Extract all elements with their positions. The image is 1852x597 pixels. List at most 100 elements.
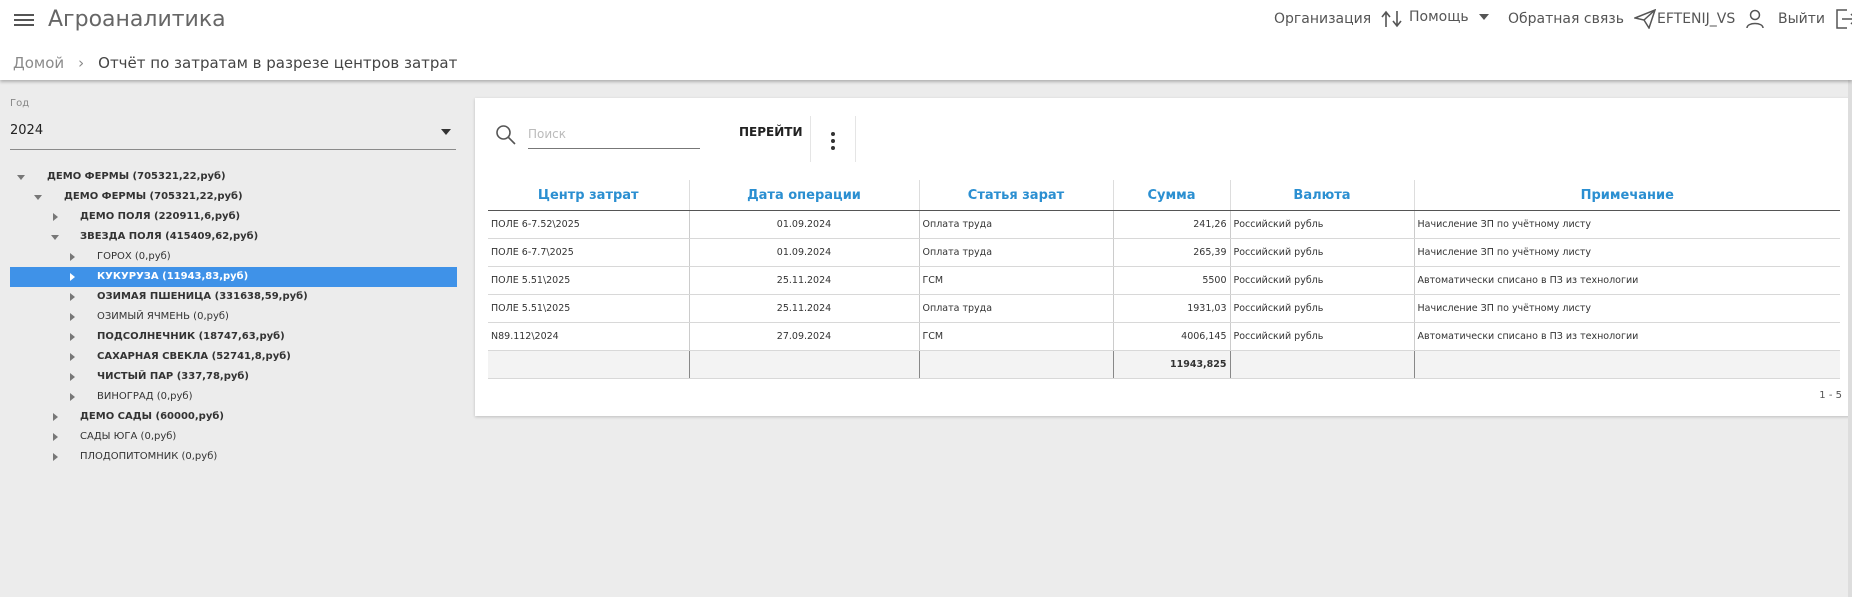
cell-total-amount: 11943,825 <box>1112 350 1230 379</box>
tree-node[interactable]: КУКУРУЗА (11943,83,руб) <box>10 267 457 287</box>
tree-node-label: ГОРОХ (0,руб) <box>97 251 171 262</box>
organization-button[interactable]: Организация <box>1274 9 1403 29</box>
cell-amount: 241,26 <box>1112 210 1230 239</box>
user-menu[interactable]: EFTENIJ_VS <box>1657 9 1765 29</box>
tree-node[interactable]: ДЕМО ФЕРМЫ (705321,22,руб) <box>0 187 460 207</box>
column-header-operation-date[interactable]: Дата операции <box>688 180 919 211</box>
tree-node[interactable]: ЗВЕЗДА ПОЛЯ (415409,62,руб) <box>0 227 460 247</box>
cell-cost-item: Оплата труда <box>918 294 1113 323</box>
tree-node-label: ПЛОДОПИТОМНИК (0,руб) <box>80 451 218 462</box>
column-header-note[interactable]: Примечание <box>1413 180 1840 211</box>
cell-note: Начисление ЗП по учётному листу <box>1413 294 1840 323</box>
collapse-arrow-icon[interactable] <box>50 227 62 247</box>
search-input[interactable] <box>528 120 700 149</box>
tree-node[interactable]: САХАРНАЯ СВЕКЛА (52741,8,руб) <box>0 347 460 367</box>
year-label: Год <box>10 98 30 109</box>
organization-label: Организация <box>1274 11 1372 27</box>
expand-arrow-icon[interactable] <box>50 427 62 447</box>
column-header-cost-center[interactable]: Центр затрат <box>488 180 689 211</box>
expand-arrow-icon[interactable] <box>67 287 79 307</box>
cell-note: Автоматически списано в ПЗ из технологии <box>1413 266 1840 295</box>
collapse-arrow-icon[interactable] <box>16 167 28 187</box>
cell-currency: Российский рубль <box>1229 266 1414 295</box>
cell-date: 27.09.2024 <box>688 322 919 351</box>
tree-node-label: ЗВЕЗДА ПОЛЯ (415409,62,руб) <box>80 231 259 242</box>
tree-node-label: ДЕМО ФЕРМЫ (705321,22,руб) <box>47 171 226 182</box>
pager-info: 1 - 5 <box>1819 390 1842 401</box>
year-select[interactable]: 2024 <box>10 117 456 150</box>
cell-cost-item: ГСМ <box>918 322 1113 351</box>
page-title: Отчёт по затратам в разрезе центров затр… <box>98 54 458 72</box>
breadcrumb: Домой › Отчёт по затратам в разрезе цент… <box>13 54 457 72</box>
cell-cost-item: Оплата труда <box>918 210 1113 239</box>
tree-node-label: ЧИСТЫЙ ПАР (337,78,руб) <box>97 371 249 382</box>
tree-node[interactable]: ВИНОГРАД (0,руб) <box>0 387 460 407</box>
tree-node-label: ДЕМО ПОЛЯ (220911,6,руб) <box>80 211 241 222</box>
table-row[interactable]: ПОЛЕ 6-7.52\2025 01.09.2024 Оплата труда… <box>488 210 1840 239</box>
cell-cost-item: ГСМ <box>918 266 1113 295</box>
cell-empty <box>488 350 689 379</box>
tree-node-label: САХАРНАЯ СВЕКЛА (52741,8,руб) <box>97 351 291 362</box>
table-row[interactable]: ПОЛЕ 5.51\2025 25.11.2024 Оплата труда 1… <box>488 294 1840 323</box>
help-menu[interactable]: Помощь <box>1409 9 1489 25</box>
expand-arrow-icon[interactable] <box>67 347 79 367</box>
cell-amount: 5500 <box>1112 266 1230 295</box>
table-total-row: 11943,825 <box>488 350 1840 379</box>
column-header-amount[interactable]: Сумма <box>1112 180 1230 211</box>
cell-cost-center: ПОЛЕ 5.51\2025 <box>488 266 689 295</box>
tree-node-label: ДЕМО ФЕРМЫ (705321,22,руб) <box>64 191 243 202</box>
breadcrumb-home-link[interactable]: Домой <box>13 54 64 72</box>
cell-date: 25.11.2024 <box>688 294 919 323</box>
tree-node[interactable]: ДЕМО САДЫ (60000,руб) <box>0 407 460 427</box>
column-header-currency[interactable]: Валюта <box>1229 180 1414 211</box>
tree-node[interactable]: ДЕМО ПОЛЯ (220911,6,руб) <box>0 207 460 227</box>
swap-arrows-icon <box>1381 10 1402 28</box>
expand-arrow-icon[interactable] <box>50 207 62 227</box>
tree-node[interactable]: ПЛОДОПИТОМНИК (0,руб) <box>0 447 460 467</box>
expand-arrow-icon[interactable] <box>67 247 79 267</box>
expand-arrow-icon[interactable] <box>50 447 62 467</box>
tree-node-label: ВИНОГРАД (0,руб) <box>97 391 193 402</box>
cell-amount: 1931,03 <box>1112 294 1230 323</box>
cell-cost-center: N89.112\2024 <box>488 322 689 351</box>
tree-node-label: САДЫ ЮГА (0,руб) <box>80 431 177 442</box>
paper-plane-icon <box>1633 9 1656 29</box>
expand-arrow-icon[interactable] <box>67 387 79 407</box>
table-header-row: Центр затрат Дата операции Статья зарат … <box>488 180 1840 211</box>
page-scrollbar[interactable] <box>1848 80 1852 597</box>
help-label: Помощь <box>1409 9 1469 25</box>
expand-arrow-icon[interactable] <box>50 407 62 427</box>
cost-table: Центр затрат Дата операции Статья зарат … <box>488 180 1840 379</box>
tree-node-label: ОЗИМАЯ ПШЕНИЦА (331638,59,руб) <box>97 291 308 302</box>
tree-node[interactable]: САДЫ ЮГА (0,руб) <box>0 427 460 447</box>
caret-down-icon <box>441 129 451 135</box>
chevron-right-icon: › <box>78 54 85 72</box>
tree-node[interactable]: ДЕМО ФЕРМЫ (705321,22,руб) <box>0 167 460 187</box>
expand-arrow-icon[interactable] <box>67 367 79 387</box>
column-header-cost-item[interactable]: Статья зарат <box>918 180 1113 211</box>
hamburger-menu-icon[interactable] <box>14 11 34 29</box>
tree-node[interactable]: ЧИСТЫЙ ПАР (337,78,руб) <box>0 367 460 387</box>
expand-arrow-icon[interactable] <box>67 267 79 287</box>
expand-arrow-icon[interactable] <box>67 307 79 327</box>
more-vertical-icon[interactable] <box>831 132 835 153</box>
tree-node[interactable]: ГОРОХ (0,руб) <box>0 247 460 267</box>
expand-arrow-icon[interactable] <box>67 327 79 347</box>
user-icon <box>1746 9 1764 29</box>
feedback-button[interactable]: Обратная связь <box>1508 9 1656 29</box>
collapse-arrow-icon[interactable] <box>33 187 45 207</box>
cell-currency: Российский рубль <box>1229 210 1414 239</box>
logout-button[interactable]: Выйти <box>1778 9 1852 29</box>
cell-cost-center: ПОЛЕ 6-7.52\2025 <box>488 210 689 239</box>
tree-node[interactable]: ОЗИМАЯ ПШЕНИЦА (331638,59,руб) <box>0 287 460 307</box>
go-button[interactable]: ПЕРЕЙТИ <box>739 125 803 139</box>
table-row[interactable]: N89.112\2024 27.09.2024 ГСМ 4006,145 Рос… <box>488 322 1840 351</box>
cell-currency: Российский рубль <box>1229 294 1414 323</box>
cell-empty <box>1229 350 1414 379</box>
tree-node[interactable]: ОЗИМЫЙ ЯЧМЕНЬ (0,руб) <box>0 307 460 327</box>
table-row[interactable]: ПОЛЕ 6-7.7\2025 01.09.2024 Оплата труда … <box>488 238 1840 267</box>
cell-note: Начисление ЗП по учётному листу <box>1413 210 1840 239</box>
tree-node[interactable]: ПОДСОЛНЕЧНИК (18747,63,руб) <box>0 327 460 347</box>
cell-note: Начисление ЗП по учётному листу <box>1413 238 1840 267</box>
table-row[interactable]: ПОЛЕ 5.51\2025 25.11.2024 ГСМ 5500 Росси… <box>488 266 1840 295</box>
